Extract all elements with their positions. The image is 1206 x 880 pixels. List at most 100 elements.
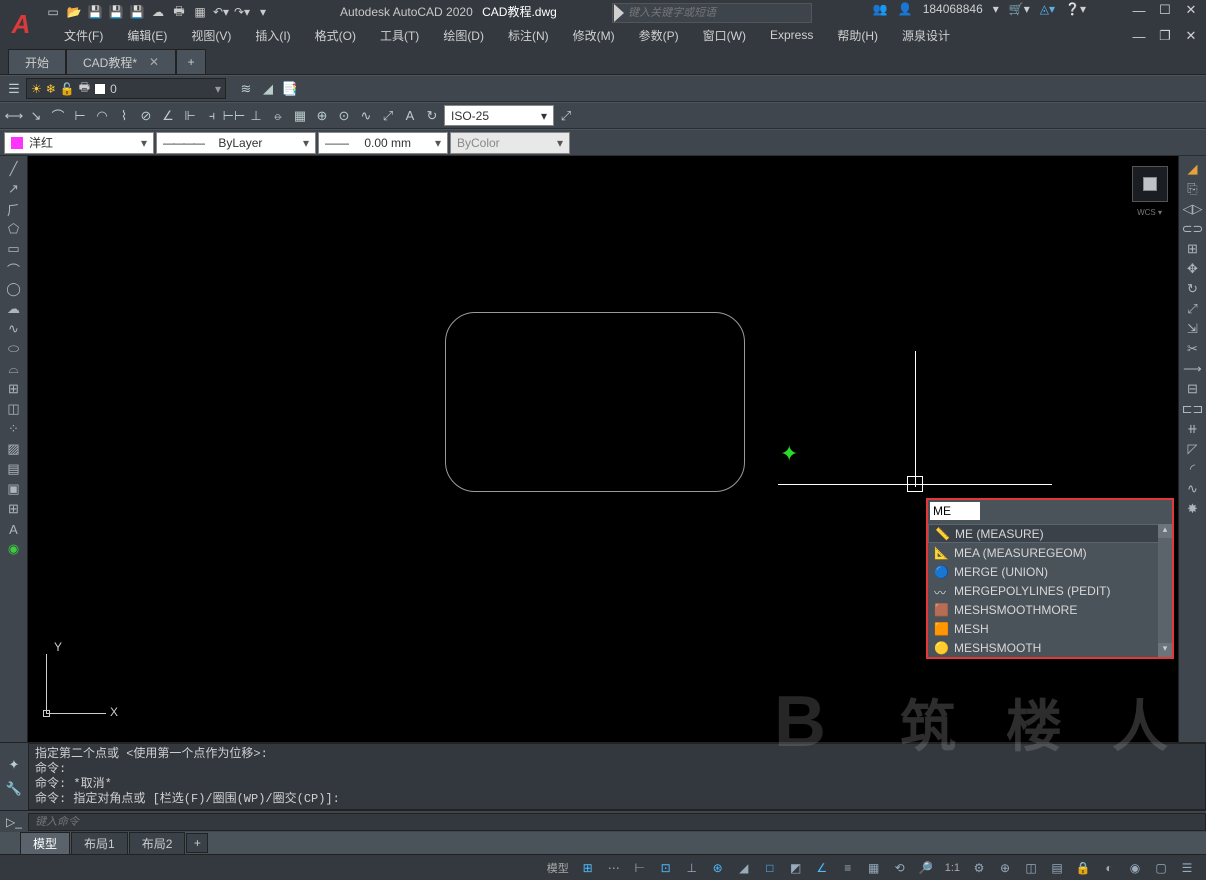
point-icon[interactable]: ⁘ [3,420,25,438]
join-icon[interactable]: ⧺ [1182,420,1204,438]
search-box[interactable] [612,3,812,23]
menu-tools[interactable]: 工具(T) [368,25,431,46]
dim-angular-icon[interactable]: ∠ [158,106,178,126]
dim-space-icon[interactable]: ⊥ [246,106,266,126]
dim-inspect-icon[interactable]: ⊙ [334,106,354,126]
break-icon[interactable]: ⊏⊐ [1182,400,1204,418]
menu-yuanquan[interactable]: 源泉设计 [890,25,962,46]
scale-icon[interactable]: ⤢ [1182,300,1204,318]
qat-undo-icon[interactable]: ↶▾ [212,3,230,21]
minimize-button[interactable]: — [1130,2,1148,18]
quick-props-icon[interactable]: ▤ [1046,858,1068,878]
drawing-canvas[interactable]: ✦ WCS ▾ YX 📏ME (MEASURE) 📐MEA (MEASUREGE… [28,156,1178,742]
spline-icon[interactable]: ∿ [3,320,25,338]
mtext-icon[interactable]: A [3,520,25,538]
layer-prev-icon[interactable]: ◢ [258,79,278,99]
scroll-up-icon[interactable]: ▴ [1158,524,1172,538]
hatch-icon[interactable]: ▨ [3,440,25,458]
dim-jogged-icon[interactable]: ⌇ [114,106,134,126]
help-icon[interactable]: ❔▾ [1065,2,1086,16]
tab-model[interactable]: 模型 [20,832,70,855]
doc-minimize-button[interactable]: — [1130,28,1148,44]
viewcube-wcs-label[interactable]: WCS ▾ [1137,208,1162,217]
scroll-down-icon[interactable]: ▾ [1158,643,1172,657]
menu-parametric[interactable]: 参数(P) [627,25,691,46]
workspace-icon[interactable]: ⚙ [968,858,990,878]
infer-icon[interactable]: ⊢ [629,858,651,878]
make-block-icon[interactable]: ◫ [3,400,25,418]
insert-block-icon[interactable]: ⊞ [3,380,25,398]
osnap-icon[interactable]: □ [759,858,781,878]
units-icon[interactable]: ◫ [1020,858,1042,878]
isolate-icon[interactable]: ◐ [1098,858,1120,878]
dim-arc-icon[interactable]: ⌒ [48,106,68,126]
dynamic-input-icon[interactable]: ⊡ [655,858,677,878]
annotation-scale-icon[interactable]: 🔎 [915,858,937,878]
menu-edit[interactable]: 编辑(E) [115,25,179,46]
view-cube[interactable] [1132,166,1168,202]
menu-draw[interactable]: 绘图(D) [431,25,496,46]
linetype-dropdown[interactable]: ———— ByLayer▾ [156,132,316,154]
status-model-label[interactable]: 模型 [543,860,573,876]
menu-dimension[interactable]: 标注(N) [496,25,561,46]
rotate-icon[interactable]: ↻ [1182,280,1204,298]
transparency-icon[interactable]: ▦ [863,858,885,878]
signin-icon[interactable]: 👥 [873,2,888,16]
revcloud-icon[interactable]: ☁ [3,300,25,318]
polyline-icon[interactable]: ⺁ [3,200,25,218]
dim-edit-icon[interactable]: ⤢ [378,106,398,126]
qat-open-icon[interactable]: 📂 [65,3,83,21]
dim-update-icon[interactable]: ↻ [422,106,442,126]
dim-tolerance-icon[interactable]: ▦ [290,106,310,126]
maximize-button[interactable]: ☐ [1156,2,1174,18]
mirror-icon[interactable]: ◁▷ [1182,200,1204,218]
clean-screen-icon[interactable]: ▢ [1150,858,1172,878]
circle-icon[interactable]: ◯ [3,280,25,298]
extend-icon[interactable]: ⟶ [1182,360,1204,378]
gradient-icon[interactable]: ▤ [3,460,25,478]
status-scale[interactable]: 1:1 [941,862,964,874]
username[interactable]: 184068846 [923,2,983,16]
break-at-point-icon[interactable]: ⊟ [1182,380,1204,398]
user-icon[interactable]: 👤 [898,2,913,16]
add-selected-icon[interactable]: ◉ [3,540,25,558]
polar-icon[interactable]: ⊛ [707,858,729,878]
dimstyle-dropdown[interactable]: ISO-25▾ [444,105,554,126]
layer-props-icon[interactable]: ☰ [4,79,24,99]
dim-center-icon[interactable]: ⊕ [312,106,332,126]
autocomplete-item[interactable]: 🔵MERGE (UNION) [928,562,1172,581]
menu-insert[interactable]: 插入(I) [243,25,302,46]
tab-layout2[interactable]: 布局2 [129,832,186,855]
menu-view[interactable]: 视图(V) [179,25,243,46]
dim-jog-icon[interactable]: ∿ [356,106,376,126]
qat-redo-icon[interactable]: ↷▾ [233,3,251,21]
dimstyle-manager-icon[interactable]: ⤢ [556,106,576,126]
qat-saveall-icon[interactable]: 💾 [128,3,146,21]
rectangle-icon[interactable]: ▭ [3,240,25,258]
cycling-icon[interactable]: ⟲ [889,858,911,878]
app-logo[interactable]: A [0,0,42,48]
dim-ordinate-icon[interactable]: ⊢ [70,106,90,126]
arc-icon[interactable]: ⌒ [3,260,25,278]
menu-modify[interactable]: 修改(M) [561,25,627,46]
menu-file[interactable]: 文件(F) [52,25,115,46]
explode-icon[interactable]: ✸ [1182,500,1204,518]
search-input[interactable] [624,7,811,19]
qat-more-icon[interactable]: ▾ [254,3,272,21]
menu-help[interactable]: 帮助(H) [825,25,890,46]
autocomplete-item[interactable]: 📏ME (MEASURE) [928,524,1172,543]
lineweight-dropdown[interactable]: —— 0.00 mm▾ [318,132,448,154]
tab-close-icon[interactable]: ✕ [149,55,159,69]
dim-radius-icon[interactable]: ◠ [92,106,112,126]
tab-active-file[interactable]: CAD教程* ✕ [66,49,176,74]
line-icon[interactable]: ╱ [3,160,25,178]
fillet-icon[interactable]: ◜ [1182,460,1204,478]
tab-start[interactable]: 开始 [8,49,66,74]
annotation-monitor-icon[interactable]: ⊕ [994,858,1016,878]
trim-icon[interactable]: ✂ [1182,340,1204,358]
dynamic-input[interactable] [930,502,980,520]
dim-quick-icon[interactable]: ⊩ [180,106,200,126]
isodraft-icon[interactable]: ◢ [733,858,755,878]
hardware-accel-icon[interactable]: ◉ [1124,858,1146,878]
region-icon[interactable]: ▣ [3,480,25,498]
